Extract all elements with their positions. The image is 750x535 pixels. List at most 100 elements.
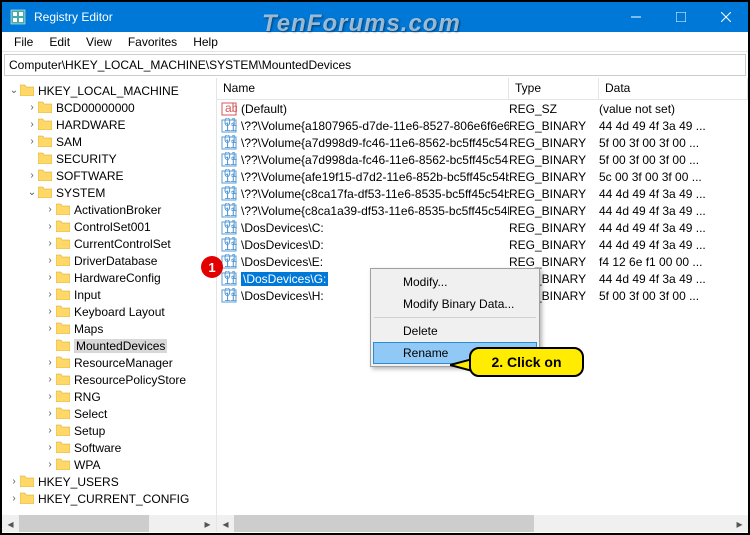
svg-text:ab: ab — [225, 101, 237, 115]
tree-item[interactable]: ›HARDWARE — [2, 116, 216, 133]
twisty-icon[interactable]: ⌄ — [8, 85, 20, 96]
tree-item[interactable]: ›Input — [2, 286, 216, 303]
tree-item[interactable]: ›ControlSet001 — [2, 218, 216, 235]
list-header[interactable]: Name Type Data — [217, 78, 748, 100]
tree-item[interactable]: ›ActivationBroker — [2, 201, 216, 218]
scroll-right-icon[interactable]: ▸ — [199, 515, 216, 532]
twisty-icon[interactable]: › — [26, 170, 38, 181]
svg-text:110: 110 — [224, 290, 237, 304]
twisty-icon[interactable]: › — [26, 102, 38, 113]
minimize-button[interactable] — [613, 2, 658, 32]
window-title: Registry Editor — [34, 10, 613, 24]
twisty-icon[interactable]: › — [44, 255, 56, 266]
tree-label: Select — [74, 407, 107, 421]
tree-item[interactable]: › Select — [2, 405, 216, 422]
twisty-icon[interactable]: ⌄ — [26, 187, 38, 198]
menu-favorites[interactable]: Favorites — [120, 35, 185, 49]
value-name: \DosDevices\C: — [241, 221, 509, 235]
menu-item-modify-binary-data[interactable]: Modify Binary Data... — [373, 293, 537, 315]
tree-panel[interactable]: ⌄HKEY_LOCAL_MACHINE›BCD00000000›HARDWARE… — [2, 78, 217, 532]
tree-item[interactable]: ›DriverDatabase — [2, 252, 216, 269]
close-button[interactable] — [703, 2, 748, 32]
value-row[interactable]: ab(Default)REG_SZ(value not set) — [217, 100, 748, 117]
tree-item[interactable]: ›RNG — [2, 388, 216, 405]
twisty-icon[interactable]: › — [44, 204, 56, 215]
twisty-icon[interactable]: › — [44, 289, 56, 300]
twisty-icon[interactable]: › — [44, 272, 56, 283]
tree-item[interactable]: › SAM — [2, 133, 216, 150]
tree-item[interactable]: SECURITY — [2, 150, 216, 167]
tree-item[interactable]: ›Maps — [2, 320, 216, 337]
list-horizontal-scrollbar[interactable]: ◂ ▸ — [217, 515, 748, 532]
menu-help[interactable]: Help — [185, 35, 226, 49]
tree-item[interactable]: ›CurrentControlSet — [2, 235, 216, 252]
menu-item-modify[interactable]: Modify... — [373, 271, 537, 293]
value-name: \??\Volume{c8ca17fa-df53-11e6-8535-bc5ff… — [241, 187, 509, 201]
tree-item[interactable]: MountedDevices — [2, 337, 216, 354]
scroll-thumb[interactable] — [234, 515, 534, 532]
scroll-left-icon[interactable]: ◂ — [217, 515, 234, 532]
twisty-icon[interactable]: › — [44, 425, 56, 436]
value-type: REG_BINARY — [509, 153, 599, 167]
value-row[interactable]: 011110\DosDevices\C:REG_BINARY44 4d 49 4… — [217, 219, 748, 236]
menu-file[interactable]: File — [6, 35, 41, 49]
twisty-icon[interactable]: › — [26, 119, 38, 130]
value-data: 44 4d 49 4f 3a 49 ... — [599, 119, 748, 133]
scroll-right-icon[interactable]: ▸ — [731, 515, 748, 532]
annotation-callout-2: 2. Click on — [469, 347, 584, 377]
twisty-icon[interactable]: › — [44, 357, 56, 368]
value-row[interactable]: 011110\??\Volume{c8ca17fa-df53-11e6-8535… — [217, 185, 748, 202]
value-row[interactable]: 011110\DosDevices\D:REG_BINARY44 4d 49 4… — [217, 236, 748, 253]
tree-item[interactable]: ›ResourceManager — [2, 354, 216, 371]
twisty-icon[interactable]: › — [44, 323, 56, 334]
binary-value-icon: 011110 — [221, 271, 237, 287]
address-bar[interactable]: Computer\HKEY_LOCAL_MACHINE\SYSTEM\Mount… — [4, 54, 746, 76]
value-name: \DosDevices\E: — [241, 255, 509, 269]
tree-item[interactable]: ›HardwareConfig — [2, 269, 216, 286]
twisty-icon[interactable]: › — [44, 374, 56, 385]
value-row[interactable]: 011110\??\Volume{afe19f15-d7d2-11e6-852b… — [217, 168, 748, 185]
tree-label: HKEY_CURRENT_CONFIG — [38, 492, 189, 506]
titlebar[interactable]: Registry Editor — [2, 2, 748, 32]
tree-item[interactable]: ›Software — [2, 439, 216, 456]
column-name[interactable]: Name — [217, 78, 509, 99]
column-data[interactable]: Data — [599, 78, 748, 99]
twisty-icon[interactable]: › — [44, 221, 56, 232]
tree-item[interactable]: ›Setup — [2, 422, 216, 439]
value-row[interactable]: 011110\??\Volume{c8ca1a39-df53-11e6-8535… — [217, 202, 748, 219]
value-row[interactable]: 011110\??\Volume{a7d998d9-fc46-11e6-8562… — [217, 134, 748, 151]
twisty-icon[interactable]: › — [44, 408, 56, 419]
tree-label: SAM — [56, 135, 82, 149]
value-name: \??\Volume{c8ca1a39-df53-11e6-8535-bc5ff… — [241, 204, 509, 218]
scroll-thumb[interactable] — [19, 515, 149, 532]
folder-icon — [56, 356, 72, 370]
twisty-icon[interactable]: › — [44, 442, 56, 453]
tree-item[interactable]: ›HKEY_USERS — [2, 473, 216, 490]
tree-item[interactable]: ›WPA — [2, 456, 216, 473]
twisty-icon[interactable]: › — [8, 493, 20, 504]
tree-item[interactable]: ›SOFTWARE — [2, 167, 216, 184]
menu-item-delete[interactable]: Delete — [373, 320, 537, 342]
tree-item[interactable]: ⌄SYSTEM — [2, 184, 216, 201]
menu-edit[interactable]: Edit — [41, 35, 78, 49]
twisty-icon[interactable]: › — [8, 476, 20, 487]
twisty-icon[interactable]: › — [44, 391, 56, 402]
maximize-button[interactable] — [658, 2, 703, 32]
tree-horizontal-scrollbar[interactable]: ◂ ▸ — [2, 515, 216, 532]
scroll-left-icon[interactable]: ◂ — [2, 515, 19, 532]
tree-item[interactable]: › HKEY_CURRENT_CONFIG — [2, 490, 216, 507]
value-row[interactable]: 011110\??\Volume{a1807965-d7de-11e6-8527… — [217, 117, 748, 134]
tree-item[interactable]: ›BCD00000000 — [2, 99, 216, 116]
value-name: \??\Volume{a7d998d9-fc46-11e6-8562-bc5ff… — [241, 136, 509, 150]
value-row[interactable]: 011110\??\Volume{a7d998da-fc46-11e6-8562… — [217, 151, 748, 168]
tree-item[interactable]: ›Keyboard Layout — [2, 303, 216, 320]
menu-view[interactable]: View — [78, 35, 120, 49]
twisty-icon[interactable]: › — [44, 306, 56, 317]
tree-item[interactable]: ⌄HKEY_LOCAL_MACHINE — [2, 82, 216, 99]
twisty-icon[interactable]: › — [26, 136, 38, 147]
folder-icon — [56, 271, 72, 285]
column-type[interactable]: Type — [509, 78, 599, 99]
twisty-icon[interactable]: › — [44, 459, 56, 470]
tree-item[interactable]: ›ResourcePolicyStore — [2, 371, 216, 388]
twisty-icon[interactable]: › — [44, 238, 56, 249]
